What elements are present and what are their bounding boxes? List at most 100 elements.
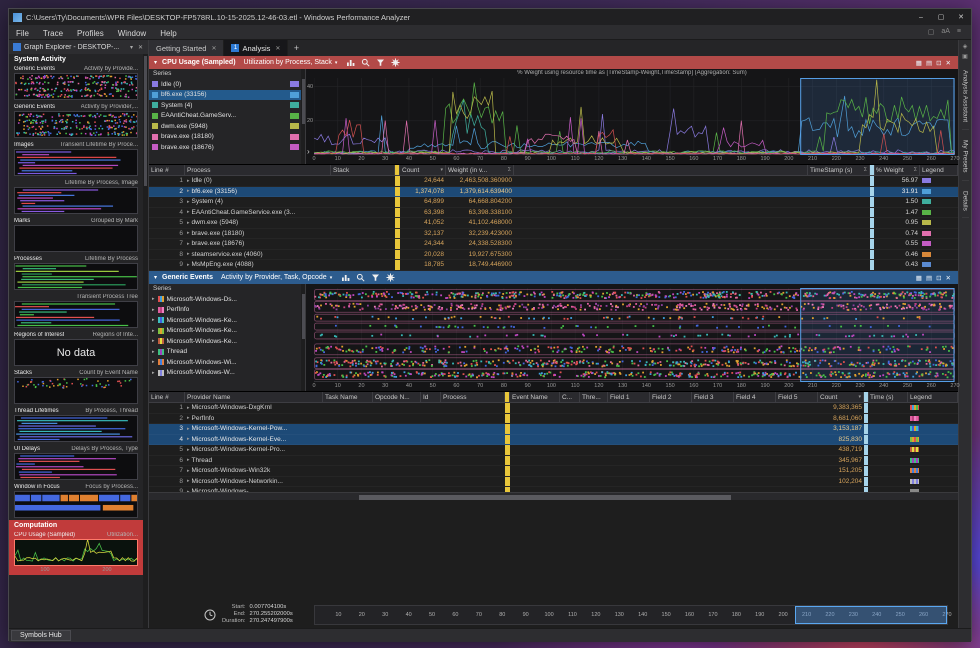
view-graph-icon[interactable]: ▦ bbox=[916, 59, 922, 67]
settings-icon[interactable] bbox=[385, 273, 395, 283]
expander-icon[interactable]: ▸ bbox=[187, 209, 190, 215]
rail-icon-1[interactable]: ▣ bbox=[962, 53, 968, 60]
expander-icon[interactable]: ▸ bbox=[187, 199, 190, 205]
series-row[interactable]: ▸Thread bbox=[149, 347, 305, 358]
expander-icon[interactable]: ▸ bbox=[152, 328, 155, 334]
table-row[interactable]: 2▸PerfInfo8,681,060 bbox=[149, 414, 958, 425]
graph-thumbnail-item[interactable]: Transient Process Tree bbox=[14, 292, 138, 328]
pane-menu-icon[interactable]: ▾ bbox=[129, 44, 134, 51]
expander-icon[interactable]: ▸ bbox=[187, 230, 190, 236]
filter-icon[interactable] bbox=[370, 273, 380, 283]
column-header-stack[interactable]: Stack bbox=[331, 165, 395, 175]
maximize-button[interactable]: ▢ bbox=[931, 9, 951, 25]
menubar-icon-2[interactable]: ≡ bbox=[957, 28, 961, 36]
graph-thumbnail-item[interactable]: Generic EventsActivity by Provide... bbox=[14, 64, 138, 100]
timeline-selection[interactable] bbox=[795, 606, 947, 624]
settings-icon[interactable] bbox=[390, 58, 400, 68]
series-row[interactable]: System (4) bbox=[149, 100, 305, 111]
cpu-chart[interactable]: % Weight using resource time as [TimeSta… bbox=[306, 69, 958, 164]
expander-icon[interactable]: ▸ bbox=[152, 359, 155, 365]
new-tab-button[interactable]: + bbox=[288, 40, 304, 56]
column-header-legend[interactable]: Legend bbox=[920, 165, 958, 175]
expander-icon[interactable]: ▸ bbox=[152, 370, 155, 376]
graph-thumbnail-item[interactable]: Window in FocusFocus by Process... bbox=[14, 482, 138, 518]
table-row[interactable]: 1▸Idle (0)24,6442,463,508.36090056.97 bbox=[149, 176, 958, 187]
column-header-pct[interactable]: % WeightΣ bbox=[874, 165, 920, 175]
symbols-hub-button[interactable]: Symbols Hub bbox=[11, 630, 71, 641]
generic-series-scrollbar[interactable] bbox=[301, 284, 305, 391]
expander-icon[interactable]: ▸ bbox=[187, 262, 190, 268]
expander-icon[interactable]: ▸ bbox=[187, 188, 190, 194]
expander-icon[interactable]: ▸ bbox=[187, 415, 190, 421]
menu-profiles[interactable]: Profiles bbox=[70, 29, 111, 38]
series-row[interactable]: brave.exe (18180) bbox=[149, 132, 305, 143]
scrollbar-thumb[interactable] bbox=[359, 495, 731, 500]
column-header-opcode[interactable]: Opcode N... bbox=[373, 392, 421, 402]
column-header-f5[interactable]: Field 5 bbox=[776, 392, 818, 402]
menu-trace[interactable]: Trace bbox=[36, 29, 70, 38]
generic-chart-plot[interactable] bbox=[314, 288, 955, 382]
expander-icon[interactable]: ▸ bbox=[152, 338, 155, 344]
series-row[interactable]: EAAntiCheat.GameServ... bbox=[149, 111, 305, 122]
column-header-time[interactable]: Time (s) bbox=[868, 392, 908, 402]
minimize-button[interactable]: – bbox=[911, 9, 931, 25]
column-header-count[interactable]: Count▾ bbox=[400, 165, 446, 175]
close-icon[interactable]: ✕ bbox=[275, 45, 280, 52]
column-header-task[interactable]: Task Name bbox=[323, 392, 373, 402]
rail-icon-0[interactable]: ◈ bbox=[963, 43, 968, 50]
tab-getting-started[interactable]: Getting Started✕ bbox=[149, 40, 224, 56]
scrollbar-thumb[interactable] bbox=[302, 79, 305, 124]
table-row[interactable]: 5▸dwm.exe (5948)41,05241,102.4680000.95 bbox=[149, 218, 958, 229]
graph-thumbnail-item[interactable]: ImagesTransient Lifetime By Proce... bbox=[14, 140, 138, 176]
column-header-process[interactable]: Process bbox=[441, 392, 505, 402]
close-icon[interactable]: ✕ bbox=[946, 59, 951, 67]
column-header-event[interactable]: Event Name bbox=[510, 392, 560, 402]
collapse-icon[interactable]: ▾ bbox=[154, 59, 157, 66]
collapse-icon[interactable]: ▾ bbox=[154, 274, 157, 281]
graph-thumbnail-item[interactable]: Thread LifetimesBy Process, Thread bbox=[14, 406, 138, 442]
series-row[interactable]: ▸Microsoft-Windows-Ke... bbox=[149, 336, 305, 347]
scrollbar-thumb[interactable] bbox=[302, 294, 305, 339]
table-row[interactable]: 8▸Microsoft-Windows-Networkin...102,204 bbox=[149, 477, 958, 488]
cpu-preset-dropdown[interactable]: Utilization by Process, Stack ▾ bbox=[241, 59, 341, 66]
table-row[interactable]: 4▸Microsoft-Windows-Kernel-Eve...825,830 bbox=[149, 435, 958, 446]
graph-thumbnail-item[interactable]: CPU Usage (Sampled)Utilization...100200 bbox=[9, 530, 143, 575]
series-row[interactable]: ▸Microsoft-Windows-W... bbox=[149, 368, 305, 379]
cpu-chart-plot[interactable] bbox=[314, 78, 955, 155]
cpu-panel-header[interactable]: ▾ CPU Usage (Sampled) Utilization by Pro… bbox=[149, 56, 958, 69]
rail-tab-analysis-assistant[interactable]: Analysis Assistant bbox=[962, 63, 969, 130]
close-icon[interactable]: ✕ bbox=[946, 274, 951, 282]
graph-explorer-header[interactable]: Graph Explorer - DESKTOP-... ▾ ✕ bbox=[9, 40, 148, 54]
graph-thumbnail-item[interactable]: ProcessesLifetime By Process bbox=[14, 254, 138, 290]
column-header-provider[interactable]: Provider Name bbox=[185, 392, 323, 402]
expander-icon[interactable]: ▸ bbox=[152, 317, 155, 323]
column-header-f2[interactable]: Field 2 bbox=[650, 392, 692, 402]
column-header-f3[interactable]: Field 3 bbox=[692, 392, 734, 402]
menubar-icon-1[interactable]: aA bbox=[941, 28, 950, 36]
expander-icon[interactable]: ▸ bbox=[187, 457, 190, 463]
table-row[interactable]: 3▸Microsoft-Windows-Kernel-Pow...3,153,1… bbox=[149, 424, 958, 435]
graph-thumbnail-item[interactable]: MarksGrouped By Mark bbox=[14, 216, 138, 252]
tab-analysis[interactable]: 1Analysis✕ bbox=[224, 40, 288, 56]
series-row[interactable]: Idle (0) bbox=[149, 79, 305, 90]
expander-icon[interactable]: ▸ bbox=[187, 426, 190, 432]
table-row[interactable]: 3▸System (4)64,89964,668.8042001.50 bbox=[149, 197, 958, 208]
menu-window[interactable]: Window bbox=[111, 29, 153, 38]
table-row[interactable]: 6▸brave.exe (18180)32,13732,239.4230000.… bbox=[149, 229, 958, 240]
menu-help[interactable]: Help bbox=[153, 29, 183, 38]
close-icon[interactable]: ✕ bbox=[211, 45, 216, 52]
column-header-f1[interactable]: Field 1 bbox=[608, 392, 650, 402]
filter-icon[interactable] bbox=[375, 58, 385, 68]
generic-chart[interactable]: 0102030405060708090100110120130140150160… bbox=[306, 284, 958, 391]
search-icon[interactable] bbox=[355, 273, 365, 283]
graph-thumbnail-item[interactable]: Lifetime By Process, Image bbox=[14, 178, 138, 214]
view-table-icon[interactable]: ▤ bbox=[926, 59, 932, 67]
column-header-c[interactable]: C... bbox=[560, 392, 580, 402]
cpu-series-scrollbar[interactable] bbox=[301, 69, 305, 164]
expander-icon[interactable]: ▸ bbox=[152, 296, 155, 302]
table-row[interactable]: 7▸Microsoft-Windows-Win32k151,205 bbox=[149, 466, 958, 477]
expander-icon[interactable]: ▸ bbox=[187, 447, 190, 453]
expander-icon[interactable]: ▸ bbox=[187, 478, 190, 484]
expander-icon[interactable]: ▸ bbox=[187, 220, 190, 226]
rail-tab-details[interactable]: Details bbox=[962, 184, 969, 219]
